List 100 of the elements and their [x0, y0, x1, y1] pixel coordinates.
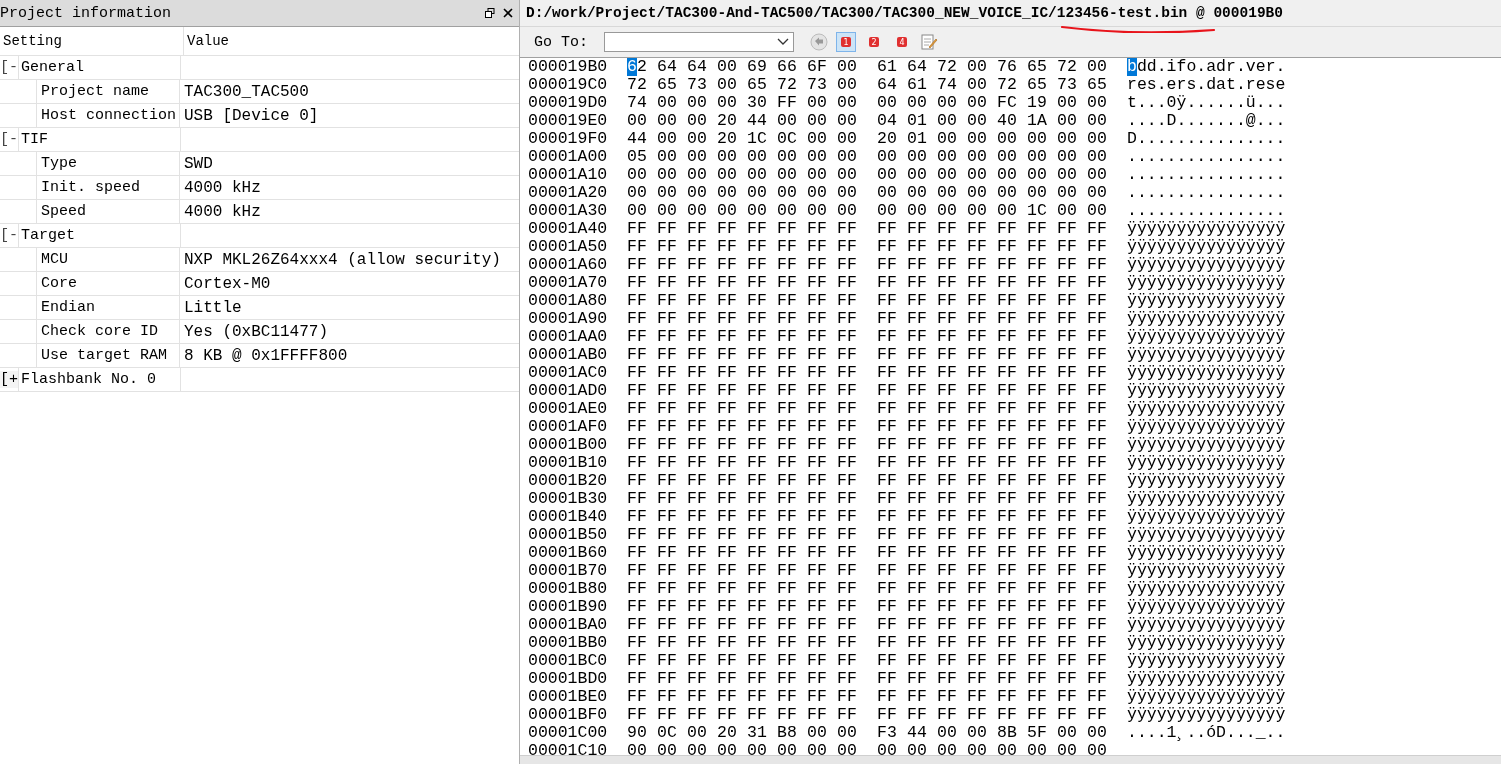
hex-byte[interactable]: FF [1087, 454, 1117, 472]
hex-byte[interactable]: 20 [717, 130, 747, 148]
hex-byte[interactable]: FF [747, 670, 777, 688]
hex-byte[interactable]: FF [937, 238, 967, 256]
hex-byte[interactable]: FF [777, 400, 807, 418]
hex-byte[interactable]: FF [1057, 346, 1087, 364]
hex-byte[interactable]: FF [627, 616, 657, 634]
hex-byte[interactable]: 00 [807, 166, 837, 184]
hex-byte[interactable]: FF [777, 310, 807, 328]
hex-byte[interactable]: FF [837, 706, 867, 724]
hex-byte[interactable]: 00 [1057, 148, 1087, 166]
hex-byte[interactable]: 00 [967, 166, 997, 184]
hex-byte[interactable]: FF [967, 490, 997, 508]
hex-byte[interactable]: FF [937, 382, 967, 400]
hex-byte[interactable]: B8 [777, 724, 807, 742]
hex-byte[interactable]: FF [687, 580, 717, 598]
hex-byte[interactable]: FF [907, 436, 937, 454]
hex-byte[interactable]: FF [997, 328, 1027, 346]
hex-byte[interactable]: 31 [747, 724, 777, 742]
hex-byte[interactable]: 00 [837, 184, 867, 202]
hex-byte[interactable]: F3 [877, 724, 907, 742]
hex-byte[interactable]: FF [967, 364, 997, 382]
hex-byte[interactable]: 00 [627, 184, 657, 202]
hex-byte[interactable]: FF [807, 454, 837, 472]
bookmark-button[interactable]: 2 [864, 32, 884, 52]
hex-byte[interactable]: FF [877, 292, 907, 310]
hex-byte[interactable]: FF [837, 328, 867, 346]
hex-byte[interactable]: FF [717, 328, 747, 346]
hex-byte[interactable]: 00 [1027, 742, 1057, 755]
hex-byte[interactable]: 65 [1087, 76, 1117, 94]
hex-byte[interactable]: FF [1027, 544, 1057, 562]
hex-byte[interactable]: FF [997, 454, 1027, 472]
hex-byte[interactable]: 44 [747, 112, 777, 130]
hex-byte[interactable]: 00 [657, 112, 687, 130]
hex-byte[interactable]: FF [877, 562, 907, 580]
hex-byte[interactable]: FF [717, 562, 747, 580]
hex-byte[interactable]: FF [687, 364, 717, 382]
hex-byte[interactable]: FF [747, 634, 777, 652]
hex-byte[interactable]: FF [837, 436, 867, 454]
hex-byte[interactable]: 00 [997, 742, 1027, 755]
hex-byte[interactable]: FF [1057, 490, 1087, 508]
hex-byte[interactable]: FF [997, 526, 1027, 544]
dropdown-caret-icon[interactable] [777, 38, 789, 46]
hex-byte[interactable]: 74 [937, 76, 967, 94]
hex-byte[interactable]: FF [777, 670, 807, 688]
hex-byte[interactable]: FF [837, 616, 867, 634]
column-header[interactable]: Setting [0, 27, 184, 55]
hex-byte[interactable]: FF [997, 418, 1027, 436]
hex-byte[interactable]: 64 [657, 58, 687, 76]
hex-byte[interactable]: FF [907, 472, 937, 490]
hex-byte[interactable]: FF [687, 526, 717, 544]
hex-byte[interactable]: 61 [877, 58, 907, 76]
hex-byte[interactable]: FF [1027, 562, 1057, 580]
hex-byte[interactable]: FF [747, 256, 777, 274]
hex-byte[interactable]: FF [967, 220, 997, 238]
hex-byte[interactable]: 00 [1057, 94, 1087, 112]
hex-byte[interactable]: FF [807, 220, 837, 238]
hex-byte[interactable]: FF [777, 490, 807, 508]
hex-byte[interactable]: FF [657, 274, 687, 292]
hex-byte[interactable]: FF [967, 526, 997, 544]
hex-byte[interactable]: FF [1027, 598, 1057, 616]
hex-byte[interactable]: FF [967, 274, 997, 292]
hex-byte[interactable]: FF [877, 490, 907, 508]
hex-byte[interactable]: 64 [907, 58, 937, 76]
hex-byte[interactable]: FF [747, 328, 777, 346]
hex-byte[interactable]: FF [747, 364, 777, 382]
hex-byte[interactable]: 00 [627, 112, 657, 130]
hex-byte[interactable]: FF [1087, 418, 1117, 436]
hex-byte[interactable]: FF [877, 454, 907, 472]
hex-byte[interactable]: 72 [997, 76, 1027, 94]
hex-byte[interactable]: 5F [1027, 724, 1057, 742]
hex-byte[interactable]: 00 [747, 742, 777, 755]
hex-byte[interactable]: FF [657, 670, 687, 688]
hex-byte[interactable]: FF [777, 526, 807, 544]
hex-byte[interactable]: 00 [807, 742, 837, 755]
hex-byte[interactable]: FF [877, 238, 907, 256]
hex-byte[interactable]: FF [997, 400, 1027, 418]
hex-byte[interactable]: 00 [1087, 202, 1117, 220]
hex-byte[interactable]: FF [747, 544, 777, 562]
hex-byte[interactable]: 00 [687, 166, 717, 184]
hex-byte[interactable]: FF [657, 454, 687, 472]
hex-byte[interactable]: FF [937, 292, 967, 310]
hex-byte[interactable]: 00 [937, 112, 967, 130]
hex-byte[interactable]: FF [747, 292, 777, 310]
hex-byte[interactable]: FF [877, 472, 907, 490]
hex-byte[interactable]: FF [937, 490, 967, 508]
hex-byte[interactable]: FF [967, 382, 997, 400]
hex-byte[interactable]: FF [777, 364, 807, 382]
hex-byte[interactable]: FF [687, 238, 717, 256]
hex-byte[interactable]: FF [937, 562, 967, 580]
hex-byte[interactable]: FF [1087, 652, 1117, 670]
hex-byte[interactable]: 00 [807, 130, 837, 148]
hex-byte[interactable]: FF [777, 454, 807, 472]
hex-byte[interactable]: FF [657, 598, 687, 616]
hex-byte[interactable]: FF [907, 292, 937, 310]
hex-byte[interactable]: FF [777, 274, 807, 292]
hex-byte[interactable]: FF [837, 634, 867, 652]
hex-byte[interactable]: FF [807, 436, 837, 454]
hex-byte[interactable]: 00 [907, 166, 937, 184]
hex-byte[interactable]: FF [627, 238, 657, 256]
